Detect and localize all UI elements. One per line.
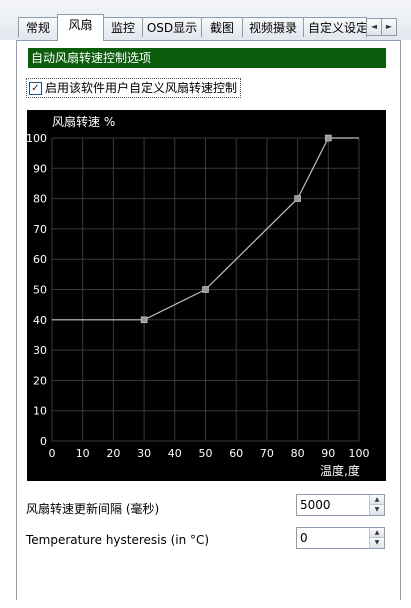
tab-scroll-right-button[interactable]: ► [381, 18, 397, 36]
y-tick-label: 10 [33, 405, 47, 418]
x-tick-label: 50 [199, 447, 213, 460]
update-interval-value[interactable]: 5000 [300, 498, 331, 512]
y-axis-label: 风扇转速 % [52, 114, 115, 129]
hysteresis-value[interactable]: 0 [300, 531, 308, 545]
y-tick-label: 50 [33, 284, 47, 297]
y-tick-label: 70 [33, 223, 47, 236]
y-tick-label: 30 [33, 344, 47, 357]
y-tick-label: 40 [33, 314, 47, 327]
x-tick-label: 100 [349, 447, 370, 460]
y-tick-label: 60 [33, 253, 47, 266]
spin-up-icon[interactable]: ▲ [370, 495, 384, 505]
update-interval-spin-arrows: ▲ ▼ [369, 495, 384, 515]
curve-control-point[interactable] [324, 134, 332, 142]
section-header: 自动风扇转速控制选项 [28, 48, 386, 68]
y-tick-label: 90 [33, 162, 47, 175]
update-interval-stepper[interactable]: 5000 ▲ ▼ [296, 494, 385, 516]
spin-down-icon[interactable]: ▼ [370, 505, 384, 515]
x-axis-label: 温度,度 [320, 463, 360, 478]
curve-control-point[interactable] [140, 316, 148, 324]
spin-down-icon[interactable]: ▼ [370, 538, 384, 548]
checkbox-label: 启用该软件用户自定义风扇转速控制 [45, 81, 238, 95]
tab-osd[interactable]: OSD显示 [142, 17, 202, 37]
tab-fan-active[interactable]: 风扇 [57, 14, 104, 41]
x-tick-label: 80 [291, 447, 305, 460]
update-interval-label: 风扇转速更新间隔 (毫秒) [26, 502, 160, 516]
curve-control-point[interactable] [202, 286, 209, 293]
checkbox-box[interactable]: ✓ [29, 81, 42, 95]
enable-custom-fan-control-checkbox[interactable]: ✓ 启用该软件用户自定义风扇转速控制 [26, 78, 242, 98]
spin-up-icon[interactable]: ▲ [370, 528, 384, 538]
tab-scroll-left-button[interactable]: ◄ [366, 18, 382, 36]
tab-bar: 常规 监控 监控 OSD显示 截图 视频摄录 自定义设定 风扇 ◄ ► [0, 0, 411, 41]
x-tick-label: 40 [168, 447, 182, 460]
x-tick-label: 60 [229, 447, 243, 460]
tab-custom-settings[interactable]: 自定义设定 [303, 17, 367, 37]
y-tick-label: 0 [40, 435, 47, 448]
curve-control-point[interactable] [294, 195, 301, 202]
fan-curve-chart[interactable]: 0 10 20 30 40 50 60 70 80 90 100 0 10 20 30 40 50 60 70 80 9… [27, 110, 386, 481]
tab-video-capture[interactable]: 视频摄录 [242, 17, 304, 37]
tab-screenshot[interactable]: 截图 [201, 17, 243, 37]
hysteresis-stepper[interactable]: 0 ▲ ▼ [296, 527, 385, 549]
x-tick-label: 70 [260, 447, 274, 460]
tab-monitoring[interactable]: 监控 [103, 17, 143, 37]
x-tick-label: 0 [49, 447, 56, 460]
fan-curve-svg[interactable]: 0 10 20 30 40 50 60 70 80 90 100 0 10 20 30 40 50 60 70 80 9… [27, 110, 386, 481]
x-tick-label: 30 [137, 447, 151, 460]
x-tick-label: 20 [106, 447, 120, 460]
y-tick-label: 20 [33, 374, 47, 387]
hysteresis-label: Temperature hysteresis (in °C) [26, 533, 210, 547]
y-tick-label: 80 [33, 193, 47, 206]
tab-general[interactable]: 常规 [18, 17, 58, 37]
x-tick-label: 90 [321, 447, 335, 460]
hysteresis-spin-arrows: ▲ ▼ [369, 528, 384, 548]
x-tick-label: 10 [76, 447, 90, 460]
y-tick-label: 100 [27, 132, 47, 145]
